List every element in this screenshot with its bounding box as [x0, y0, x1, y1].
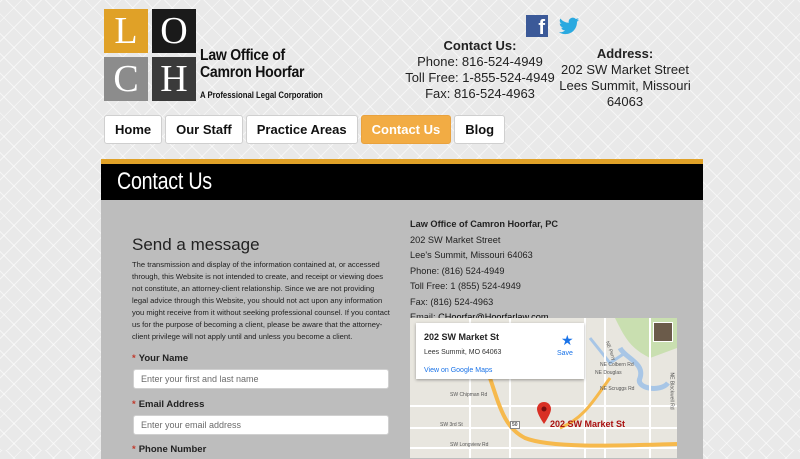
main-nav: Home Our Staff Practice Areas Contact Us… — [104, 115, 506, 144]
name-input[interactable] — [133, 369, 389, 389]
map-card-city: Lees Summit, MO 64063 — [424, 349, 502, 356]
nav-contact-us[interactable]: Contact Us — [360, 115, 452, 144]
star-icon[interactable]: ★ — [561, 332, 574, 349]
map-card-title: 202 SW Market St — [424, 332, 500, 342]
logo-letter-l: L — [104, 9, 148, 53]
header-fax: Fax: 816-524-4963 — [425, 86, 535, 101]
view-on-google-maps-link[interactable]: View on Google Maps — [424, 367, 492, 374]
header-phone: Phone: 816-524-4949 — [417, 54, 543, 69]
map-pin-icon[interactable] — [537, 402, 551, 424]
nav-home[interactable]: Home — [104, 115, 163, 144]
info-phone: Phone: (816) 524-4949 — [410, 265, 505, 276]
info-city: Lee's Summit, Missouri 64063 — [410, 250, 533, 260]
logo-firm-line2: Camron Hoorfar — [200, 64, 305, 81]
info-firm-name: Law Office of Camron Hoorfar, PC — [410, 219, 559, 229]
content-panel: Contact Us Send a message The transmissi… — [101, 159, 703, 459]
facebook-icon[interactable]: f — [526, 15, 548, 39]
road-label: SW Longview Rd — [450, 442, 489, 448]
email-input[interactable] — [133, 415, 389, 435]
page-title: Contact Us — [117, 168, 212, 195]
header-address-line2: Lees Summit, Missouri 64063 — [559, 78, 691, 109]
email-label: * Email Address — [132, 399, 205, 410]
twitter-icon[interactable] — [558, 15, 580, 37]
logo-letter-h: H — [152, 57, 196, 101]
header-address: Address: 202 SW Market Street Lees Summi… — [545, 46, 705, 110]
map-save-button[interactable]: Save — [557, 350, 573, 357]
road-label: NE Blackwell Rd — [668, 372, 675, 410]
name-label: * Your Name — [132, 353, 189, 364]
send-message-heading: Send a message — [132, 235, 260, 254]
map-user-avatar[interactable] — [653, 322, 673, 342]
road-label: NE Douglas — [595, 370, 622, 376]
nav-practice-areas[interactable]: Practice Areas — [245, 115, 358, 144]
logo-letter-c: C — [104, 57, 148, 101]
header-contact: Contact Us: Phone: 816-524-4949 Toll Fre… — [405, 38, 555, 102]
map-info-card: 202 SW Market St Lees Summit, MO 64063 V… — [416, 323, 584, 379]
logo-firm-name: Law Office of Camron Hoorfar — [200, 47, 305, 81]
page-title-banner: Contact Us — [101, 164, 703, 200]
road-label: SW Chipman Rd — [450, 392, 488, 398]
header-contact-heading: Contact Us: — [443, 38, 517, 53]
highway-shield: 50 — [510, 421, 520, 429]
info-fax: Fax: (816) 524-4963 — [410, 296, 494, 307]
name-label-text: Your Name — [138, 353, 189, 364]
road-label: NE Scruggs Rd — [600, 386, 635, 392]
google-map[interactable]: NE Perry NE Douglas NE Colbern Rd NE Scr… — [410, 318, 677, 458]
logo-firm-line1: Law Office of — [200, 47, 285, 64]
email-label-text: Email Address — [138, 399, 205, 410]
firm-logo[interactable]: L O C H Law Office of Camron Hoorfar A P… — [104, 9, 323, 101]
header-tollfree: Toll Free: 1-855-524-4949 — [405, 70, 555, 85]
info-street: 202 SW Market Street — [410, 234, 501, 245]
nav-blog[interactable]: Blog — [454, 115, 506, 144]
info-tollfree: Toll Free: 1 (855) 524-4949 — [410, 281, 521, 291]
map-pin-label: 202 SW Market St — [550, 419, 626, 429]
road-label: NE Colbern Rd — [600, 362, 634, 368]
nav-our-staff[interactable]: Our Staff — [165, 115, 243, 144]
header-address-line1: 202 SW Market Street — [561, 62, 689, 77]
logo-subtitle: A Professional Legal Corporation — [200, 90, 323, 100]
firm-contact-info: Law Office of Camron Hoorfar, PC 202 SW … — [410, 217, 558, 326]
logo-letter-o: O — [152, 9, 196, 53]
road-label: SW 3rd St — [440, 422, 463, 428]
header-address-heading: Address: — [596, 46, 654, 61]
disclaimer-text: The transmission and display of the info… — [132, 260, 390, 341]
